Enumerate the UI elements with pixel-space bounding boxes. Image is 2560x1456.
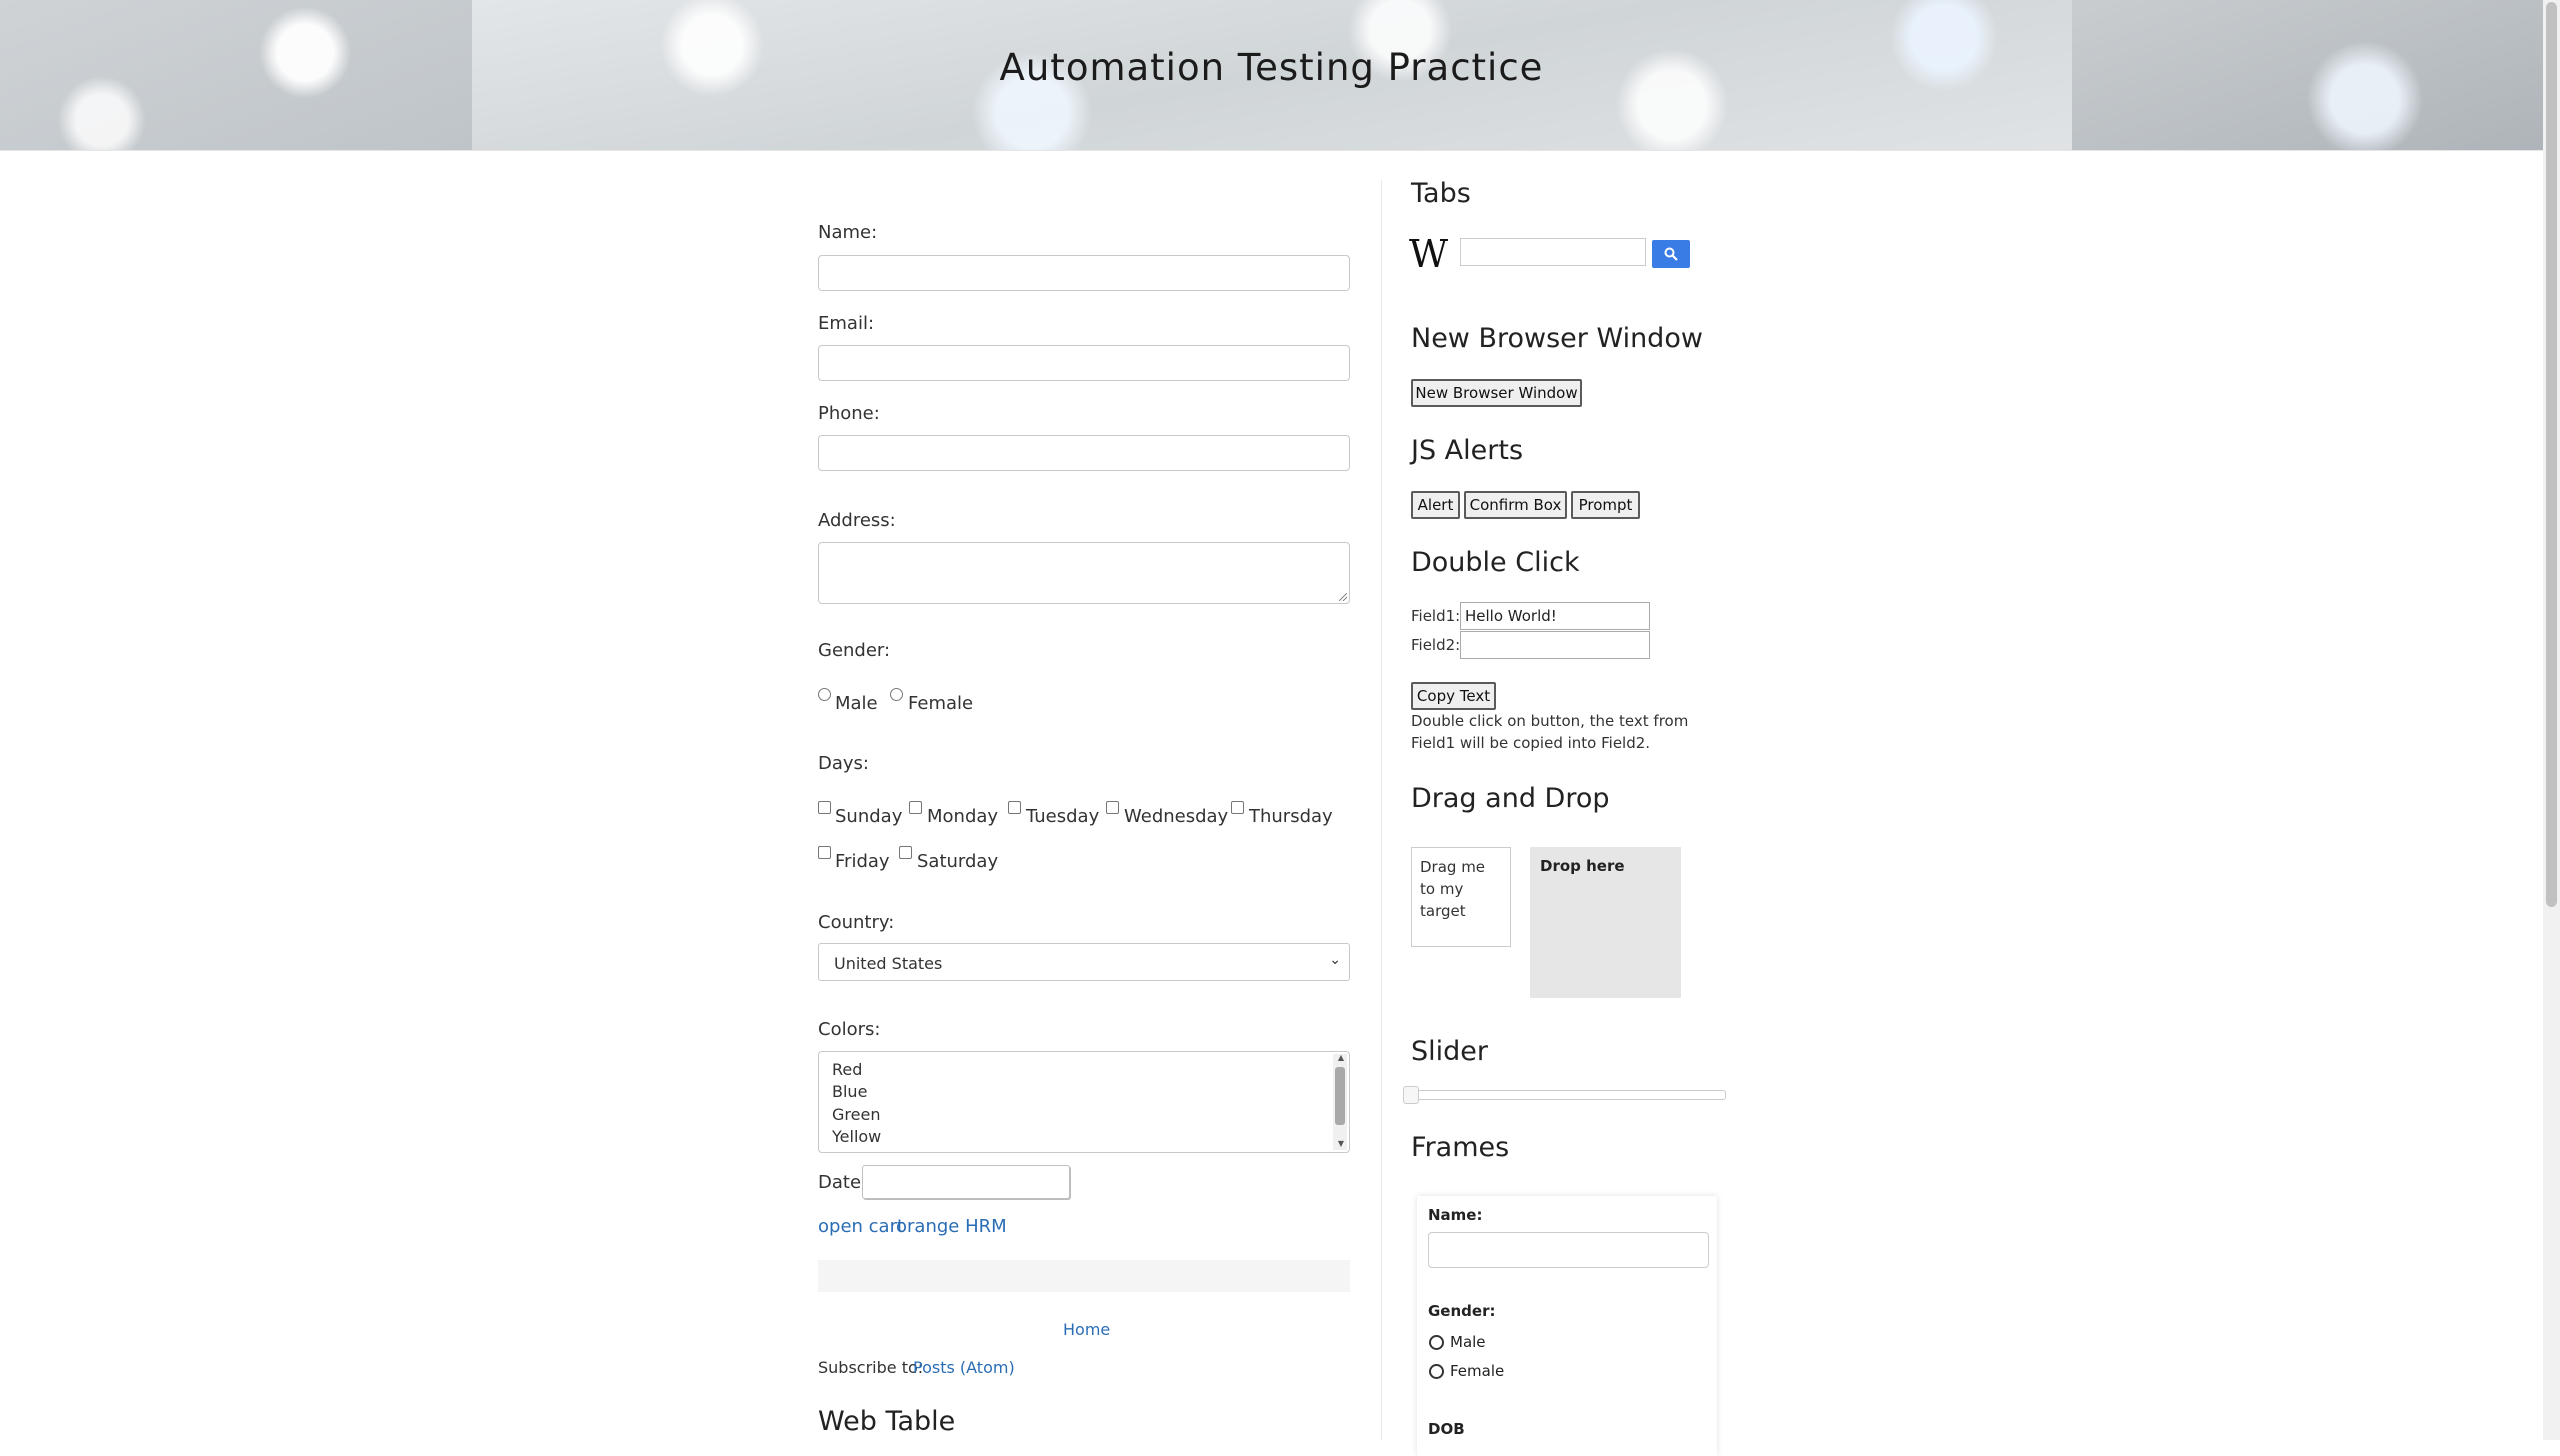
day-tuesday-checkbox[interactable] — [1008, 801, 1021, 814]
search-icon — [1664, 247, 1678, 261]
draggable-box[interactable]: Drag me to my target — [1411, 847, 1511, 947]
gender-male-radio[interactable] — [818, 688, 831, 701]
frame-male-radio[interactable] — [1429, 1335, 1444, 1350]
slider-track[interactable] — [1408, 1090, 1726, 1100]
listbox-scroll-thumb[interactable] — [1335, 1067, 1345, 1125]
phone-label: Phone: — [818, 403, 880, 424]
copy-text-button[interactable]: Copy Text — [1411, 682, 1496, 710]
date-input[interactable] — [862, 1165, 1070, 1199]
colors-listbox[interactable]: Red Blue Green Yellow ▲ ▼ — [818, 1051, 1350, 1153]
day-sunday-checkbox[interactable] — [818, 801, 831, 814]
scroll-up-arrow-icon[interactable]: ▲ — [1338, 1053, 1344, 1062]
country-select-value: United States — [834, 954, 943, 973]
day-saturday-label: Saturday — [917, 851, 999, 872]
day-thursday-checkbox[interactable] — [1231, 801, 1244, 814]
frame-dob-label: DOB — [1428, 1420, 1465, 1438]
color-option[interactable]: Red — [832, 1060, 862, 1079]
home-link[interactable]: Home — [1063, 1320, 1110, 1339]
copy-note: Double click on button, the text from Fi… — [1411, 712, 1689, 752]
wikipedia-search-input[interactable] — [1460, 238, 1646, 266]
chevron-down-icon: ⌄ — [1329, 952, 1341, 968]
country-label: Country: — [818, 912, 895, 933]
address-textarea[interactable] — [818, 542, 1350, 604]
gender-female-label: Female — [908, 693, 974, 714]
frame-male-label: Male — [1450, 1333, 1486, 1351]
scroll-down-arrow-icon[interactable]: ▼ — [1338, 1139, 1344, 1148]
day-tuesday-label: Tuesday — [1026, 806, 1100, 827]
phone-input[interactable] — [818, 435, 1350, 471]
frame-name-label: Name: — [1428, 1206, 1483, 1224]
day-wednesday-checkbox[interactable] — [1106, 801, 1119, 814]
field1-label: Field1: — [1411, 607, 1461, 625]
column-separator — [1381, 180, 1382, 1440]
email-label: Email: — [818, 313, 875, 334]
email-input[interactable] — [818, 345, 1350, 381]
drag-drop-heading: Drag and Drop — [1411, 783, 1610, 814]
frame-name-input[interactable] — [1428, 1232, 1709, 1268]
frame-gender-label: Gender: — [1428, 1302, 1496, 1320]
slider-handle[interactable] — [1403, 1086, 1419, 1104]
day-wednesday-label: Wednesday — [1124, 806, 1229, 827]
subscribe-label: Subscribe to: — [818, 1358, 924, 1377]
gender-female-radio[interactable] — [890, 688, 903, 701]
day-friday-checkbox[interactable] — [818, 846, 831, 859]
page-title: Automation Testing Practice — [999, 46, 1544, 89]
web-table-heading: Web Table — [818, 1406, 956, 1437]
address-label: Address: — [818, 510, 896, 531]
frame-female-label: Female — [1450, 1362, 1505, 1380]
gender-male-label: Male — [835, 693, 878, 714]
frames-heading: Frames — [1411, 1132, 1510, 1163]
header-divider — [0, 150, 2543, 151]
name-input[interactable] — [818, 255, 1350, 291]
day-monday-label: Monday — [927, 806, 999, 827]
footer-strip — [818, 1260, 1350, 1292]
color-option[interactable]: Green — [832, 1105, 880, 1124]
frame-female-radio[interactable] — [1429, 1364, 1444, 1379]
open-cart-link[interactable]: open cart — [818, 1216, 904, 1237]
js-alerts-heading: JS Alerts — [1411, 435, 1524, 466]
gender-label: Gender: — [818, 640, 891, 661]
days-label: Days: — [818, 753, 869, 774]
color-option[interactable]: Blue — [832, 1082, 867, 1101]
country-select[interactable]: United States ⌄ — [818, 943, 1350, 981]
wikipedia-logo-icon: W — [1409, 232, 1449, 276]
resize-grip-icon[interactable] — [1339, 593, 1347, 601]
field2-label: Field2: — [1411, 636, 1461, 654]
field1-input[interactable]: Hello World! — [1460, 602, 1650, 630]
field2-input[interactable] — [1460, 631, 1650, 659]
double-click-heading: Double Click — [1411, 547, 1580, 578]
day-monday-checkbox[interactable] — [909, 801, 922, 814]
day-friday-label: Friday — [835, 851, 890, 872]
day-thursday-label: Thursday — [1249, 806, 1333, 827]
day-sunday-label: Sunday — [835, 806, 903, 827]
confirm-box-button[interactable]: Confirm Box — [1464, 491, 1567, 519]
new-window-heading: New Browser Window — [1411, 323, 1703, 354]
posts-atom-link[interactable]: Posts (Atom) — [913, 1358, 1015, 1377]
colors-label: Colors: — [818, 1019, 881, 1040]
date-label: Date: — [818, 1172, 868, 1193]
name-label: Name: — [818, 222, 878, 243]
orange-hrm-link[interactable]: orange HRM — [896, 1216, 1007, 1237]
tabs-heading: Tabs — [1411, 178, 1471, 209]
day-saturday-checkbox[interactable] — [899, 846, 912, 859]
alert-button[interactable]: Alert — [1411, 491, 1460, 519]
color-option[interactable]: Yellow — [832, 1127, 881, 1146]
new-browser-window-button[interactable]: New Browser Window — [1411, 379, 1582, 407]
drop-target[interactable]: Drop here — [1530, 847, 1681, 998]
prompt-button[interactable]: Prompt — [1571, 491, 1640, 519]
page-scroll-thumb[interactable] — [2546, 2, 2557, 907]
wikipedia-search-button[interactable] — [1652, 240, 1690, 268]
slider-heading: Slider — [1411, 1036, 1488, 1067]
